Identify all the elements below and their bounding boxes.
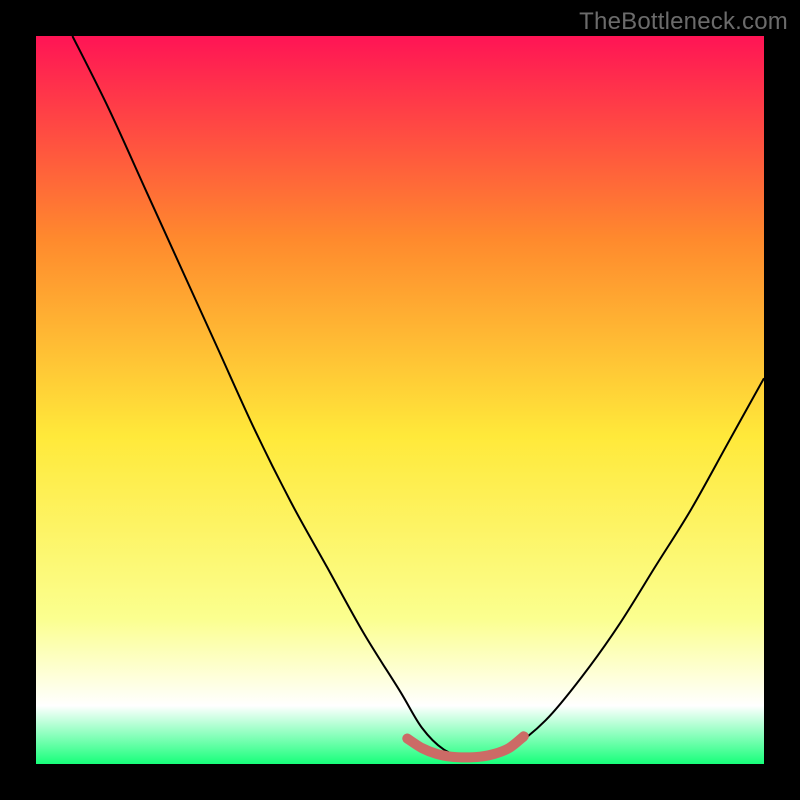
plot-area [36,36,764,764]
chart-frame: TheBottleneck.com [0,0,800,800]
watermark-text: TheBottleneck.com [579,8,788,36]
gradient-background [36,36,764,764]
chart-svg [36,36,764,764]
